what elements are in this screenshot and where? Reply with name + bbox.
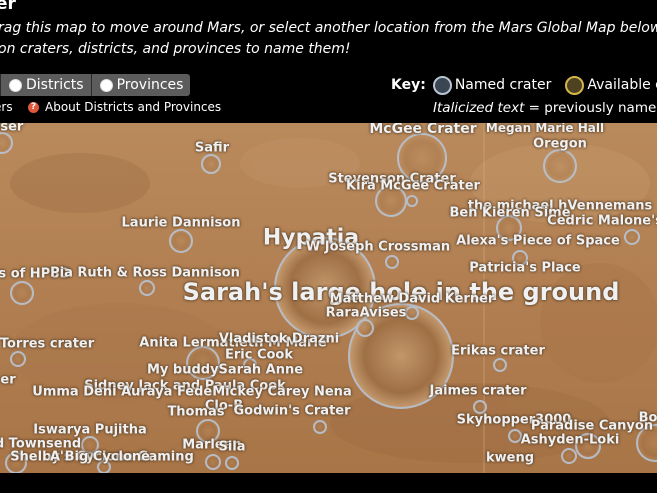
crater-label[interactable]: Iswarya Pujitha — [33, 423, 146, 438]
crater-label[interactable]: Vladistok Drazni — [219, 332, 339, 347]
crater-label[interactable]: A Big Cyclone — [50, 450, 150, 465]
page-title: er — [0, 0, 16, 14]
crater-label[interactable]: Matthew David Kerner — [330, 292, 495, 307]
provinces-radio[interactable] — [99, 78, 113, 92]
instruction-line-2: on craters, districts, and provinces to … — [0, 41, 351, 57]
crater-label[interactable]: Sila — [218, 440, 245, 455]
crater-label[interactable]: Ashyden-Loki — [521, 433, 620, 448]
districts-radio[interactable] — [9, 78, 22, 92]
crater-label[interactable]: Patricia's Place — [469, 261, 581, 276]
key-note-rest: = previously named n — [528, 100, 657, 116]
crater-label[interactable]: Oregon — [533, 137, 587, 152]
layer-toggle-group: Districts Provinces — [0, 74, 191, 96]
crater-label[interactable]: kweng — [486, 451, 534, 466]
crater-label[interactable]: W Joseph Crossman — [306, 240, 450, 255]
crater-label[interactable]: Kira McGee Crater — [346, 179, 480, 194]
mars-map[interactable]: sser McGee Crater Megan Marie Hall Oregon Sa… — [0, 123, 657, 473]
key-note: Italicized text = previously named n — [433, 100, 657, 116]
crater-label[interactable]: Jaimes crater — [429, 384, 526, 399]
help-icon: ? — [28, 101, 39, 113]
crater-label[interactable]: My buddySarah Anne — [147, 363, 303, 378]
districts-toggle[interactable]: Districts — [1, 74, 92, 96]
crater-label[interactable]: Cedric Malone's — [547, 214, 657, 229]
crater-label[interactable]: Bo — [639, 411, 657, 426]
named-crater-swatch-icon — [432, 75, 452, 95]
crater-label[interactable]: Safir — [195, 141, 229, 156]
crater-label[interactable]: Torres crater — [0, 337, 94, 352]
crater-label[interactable]: Erikas crater — [451, 344, 545, 359]
crater-label[interactable]: Thomas — [167, 405, 224, 420]
named-crater-label: Named crater — [454, 77, 552, 93]
provinces-label: Provinces — [116, 77, 184, 93]
crater-label[interactable]: er — [0, 373, 15, 388]
crater-label[interactable]: sser — [0, 123, 23, 135]
instruction-line-1: rag this map to move around Mars, or sel… — [0, 20, 657, 36]
crater-label[interactable]: Umma Deni Auraya FedeMickey Carey Nena — [32, 385, 351, 400]
crater-label[interactable]: RaraAvises — [326, 306, 407, 321]
map-key: Key: Named crater Available cra — [391, 73, 657, 97]
crater-label[interactable]: Alexa's Piece of Space — [456, 234, 620, 249]
key-label: Key: — [391, 77, 426, 93]
available-crater-swatch-icon — [565, 75, 585, 95]
crater-label[interactable]: Godwin's Crater — [233, 404, 350, 419]
available-crater-label: Available cra — [587, 77, 657, 93]
about-districts-label: About Districts and Provinces — [45, 100, 222, 114]
crater-label[interactable]: McGee Crater — [369, 123, 476, 137]
bottom-strip — [0, 473, 657, 493]
crater-label[interactable]: Laurie Dannison — [122, 216, 241, 231]
crater-label[interactable]: Paradise Canyon — [531, 419, 653, 434]
crater-label[interactable]: Megan Marie Hall — [486, 123, 604, 135]
about-districts-link[interactable]: ? About Districts and Provinces — [28, 100, 221, 114]
key-note-italic: Italicized text — [433, 100, 525, 116]
crater-label[interactable]: Eric Cook — [225, 348, 293, 363]
districts-label: Districts — [26, 77, 84, 93]
provinces-toggle[interactable]: Provinces — [92, 74, 191, 96]
craters-link[interactable]: ers — [0, 100, 13, 114]
